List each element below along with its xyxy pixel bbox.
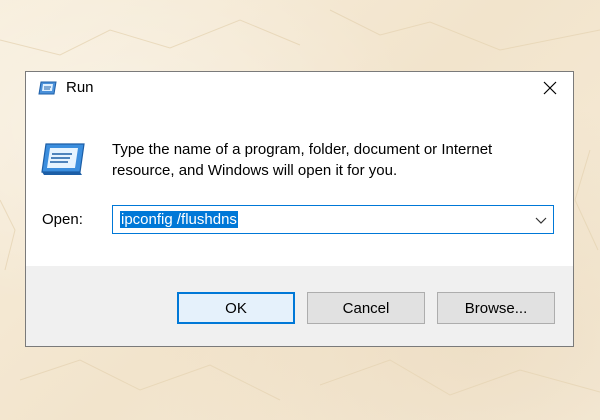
prompt-text: Type the name of a program, folder, docu…	[112, 141, 493, 179]
open-input-value[interactable]: ipconfig /flushdns	[120, 211, 238, 228]
cancel-button[interactable]: Cancel	[307, 292, 425, 324]
browse-button[interactable]: Browse...	[437, 292, 555, 324]
open-label: Open:	[42, 211, 83, 228]
close-icon	[543, 81, 557, 95]
close-button[interactable]	[527, 72, 573, 104]
run-icon	[41, 143, 85, 175]
window-title: Run	[66, 79, 94, 96]
open-combobox[interactable]: ipconfig /flushdns	[112, 205, 554, 234]
ok-button[interactable]: OK	[177, 292, 295, 324]
button-bar: OK Cancel Browse...	[26, 266, 573, 346]
dialog-body: Type the name of a program, folder, docu…	[26, 104, 573, 266]
chevron-down-icon[interactable]	[535, 214, 547, 226]
run-icon	[38, 81, 57, 95]
title-bar[interactable]: Run	[26, 72, 573, 104]
run-dialog: Run Type the name of a program, folder, …	[25, 71, 574, 347]
